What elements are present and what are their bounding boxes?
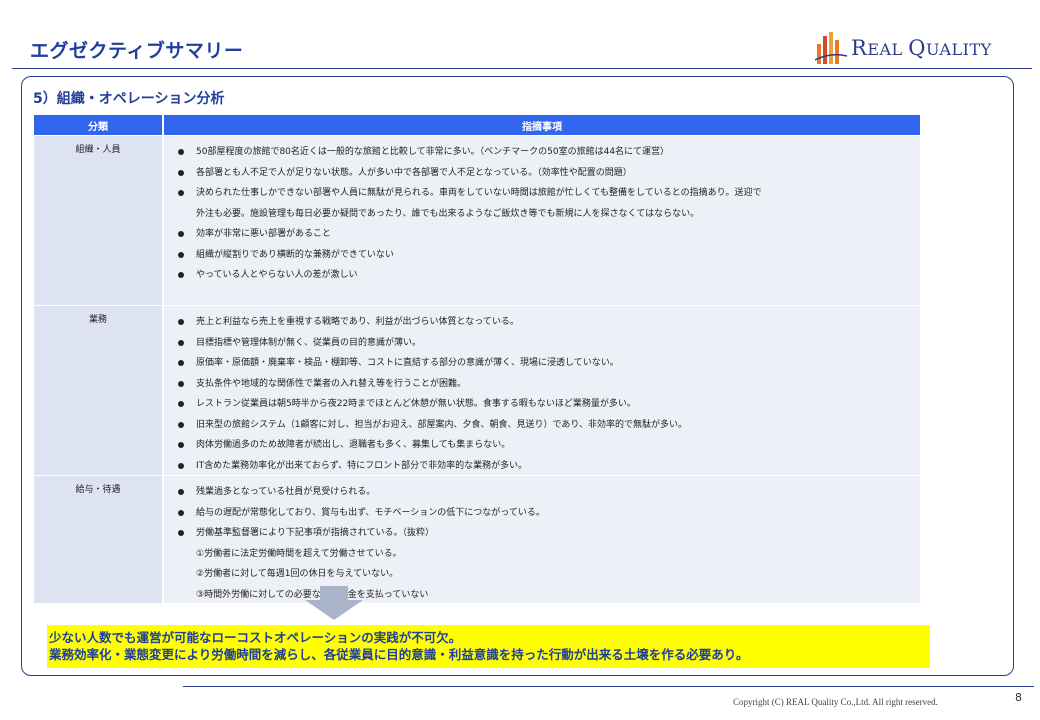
list-item: 効率が非常に悪い部署があること bbox=[176, 224, 910, 245]
list-item: レストラン従業員は朝5時半から夜22時までほとんど休憩が無い状態。食事する暇もな… bbox=[176, 394, 910, 415]
copyright-text: Copyright (C) REAL Quality Co.,Ltd. All … bbox=[733, 697, 938, 707]
building-logo-icon bbox=[815, 32, 847, 64]
company-logo: REAL QUALITY bbox=[815, 30, 992, 66]
list-item: 決められた仕事しかできない部署や人員に無駄が見られる。車両をしていない時間は旅館… bbox=[176, 183, 910, 204]
table-row: 給与・待遇 残業過多となっている社員が見受けられる。 給与の遅配が常態化しており… bbox=[34, 476, 920, 604]
table-row: 組織・人員 50部屋程度の旅館で80名近くは一般的な旅館と比較して非常に多い。（… bbox=[34, 136, 920, 306]
list-item-sub: ①労働者に法定労働時間を超えて労働させている。 bbox=[196, 548, 402, 559]
row-findings: 残業過多となっている社員が見受けられる。 給与の遅配が常態化しており、賞与も出ず… bbox=[164, 476, 920, 603]
analysis-table: 分類 指摘事項 組織・人員 50部屋程度の旅館で80名近くは一般的な旅館と比較し… bbox=[34, 115, 920, 604]
list-item-continuation: 外注も必要。施設管理も毎日必要か疑問であったり、誰でも出来るようなご飯炊き等でも… bbox=[196, 208, 700, 219]
list-item: 旧来型の旅館システム（1顧客に対し、担当がお迎え、部屋案内、夕食、朝食、見送り）… bbox=[176, 415, 910, 436]
list-item: 支払条件や地域的な関係性で業者の入れ替え等を行うことが困難。 bbox=[176, 374, 910, 395]
page-title: エグゼクティブサマリー bbox=[30, 40, 244, 62]
row-category: 給与・待遇 bbox=[34, 476, 164, 603]
list-item-sub: ②労働者に対して毎週1回の休日を与えていない。 bbox=[196, 569, 399, 579]
row-category: 組織・人員 bbox=[34, 136, 164, 305]
list-item: やっている人とやらない人の差が激しい bbox=[176, 265, 910, 286]
table-header-row: 分類 指摘事項 bbox=[34, 115, 920, 136]
conclusion-box: 少ない人数でも運営が可能なローコストオペレーションの実践が不可欠。 業務効率化・… bbox=[47, 625, 930, 668]
conclusion-line-2: 業務効率化・業態変更により労働時間を減らし、各従業員に目的意識・利益意識を持った… bbox=[49, 647, 749, 662]
list-item: 労働基準監督署により下記事項が指摘されている。（抜粋） bbox=[176, 523, 910, 544]
list-item-sub: ③時間外労働に対しての必要な割増賃金を支払っていない bbox=[196, 589, 429, 600]
list-item: 給与の遅配が常態化しており、賞与も出ず、モチベーションの低下につながっている。 bbox=[176, 503, 910, 524]
section-title: 5）組織・オペレーション分析 bbox=[33, 91, 225, 107]
list-item: 原価率・原価額・廃棄率・検品・棚卸等、コストに直結する部分の意識が薄く、現場に浸… bbox=[176, 353, 910, 374]
list-item: 肉体労働過多のため故障者が続出し、退職者も多く、募集しても集まらない。 bbox=[176, 435, 910, 456]
list-item: 残業過多となっている社員が見受けられる。 bbox=[176, 482, 910, 503]
header-category: 分類 bbox=[34, 115, 164, 135]
list-item: IT含めた業務効率化が出来ておらず、特にフロント部分で非効率的な業務が多い。 bbox=[176, 456, 910, 477]
header-findings: 指摘事項 bbox=[522, 121, 562, 133]
list-item: 組織が縦割りであり横断的な兼務ができていない bbox=[176, 245, 910, 266]
table-row: 業務 売上と利益なら売上を重視する戦略であり、利益が出づらい体質となっている。 … bbox=[34, 306, 920, 476]
logo-wordmark: REAL QUALITY bbox=[851, 36, 992, 60]
list-item: 50部屋程度の旅館で80名近くは一般的な旅館と比較して非常に多い。（ベンチマーク… bbox=[176, 142, 910, 163]
list-item: 目標指標や管理体制が無く、従業員の目的意識が薄い。 bbox=[176, 333, 910, 354]
row-findings: 売上と利益なら売上を重視する戦略であり、利益が出づらい体質となっている。 目標指… bbox=[164, 306, 920, 475]
page-number: 8 bbox=[1015, 691, 1022, 704]
row-findings: 50部屋程度の旅館で80名近くは一般的な旅館と比較して非常に多い。（ベンチマーク… bbox=[164, 136, 920, 305]
down-arrow-icon bbox=[305, 586, 363, 620]
conclusion-line-1: 少ない人数でも運営が可能なローコストオペレーションの実践が不可欠。 bbox=[49, 630, 462, 645]
footer-divider bbox=[183, 686, 1034, 687]
list-item: 売上と利益なら売上を重視する戦略であり、利益が出づらい体質となっている。 bbox=[176, 312, 910, 333]
title-divider bbox=[12, 68, 1032, 69]
list-item: 各部署とも人不足で人が足りない状態。人が多い中で各部署で人不足となっている。（効… bbox=[176, 163, 910, 184]
row-category: 業務 bbox=[34, 306, 164, 475]
